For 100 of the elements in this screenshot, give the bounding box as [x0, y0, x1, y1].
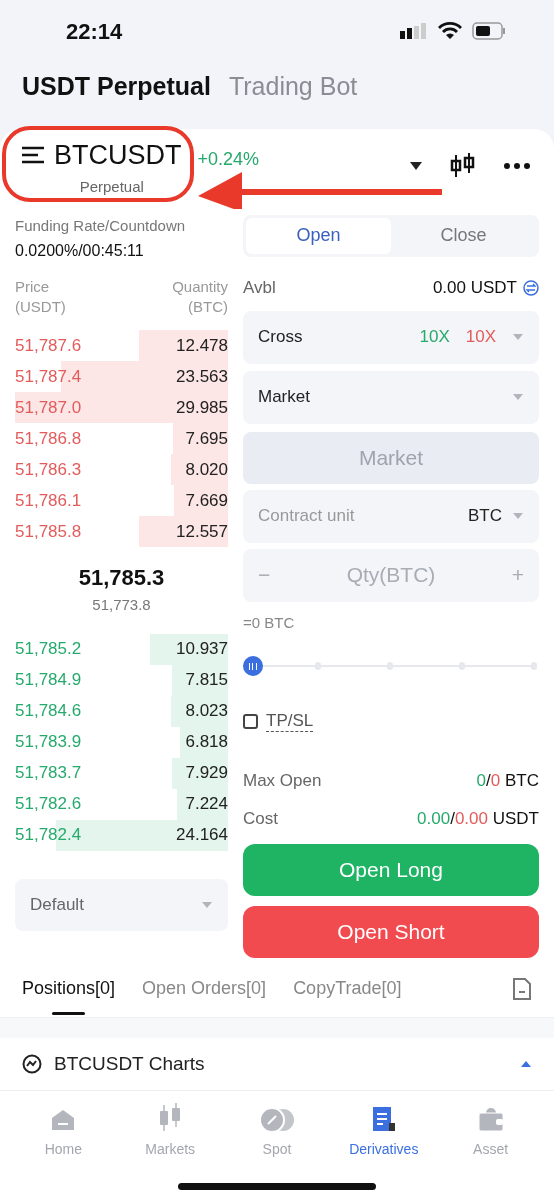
order-book-row[interactable]: 51,784.6 8.023: [15, 695, 228, 727]
candlestick-icon[interactable]: [450, 152, 476, 179]
slider-thumb[interactable]: [243, 656, 263, 676]
transfer-icon[interactable]: [523, 279, 539, 296]
order-price: 51,787.4: [15, 365, 82, 388]
order-quantity: 7.815: [185, 669, 228, 692]
status-time: 22:14: [66, 17, 123, 46]
order-price: 51,785.2: [15, 638, 82, 661]
nav-item[interactable]: Derivatives: [338, 1103, 429, 1160]
column-header: (USDT): [15, 297, 66, 317]
mode-tab[interactable]: Close: [391, 217, 536, 254]
top-tab[interactable]: USDT Perpetual: [22, 68, 211, 106]
caret-icon: [512, 393, 524, 401]
chart-icon: [22, 1054, 42, 1074]
column-header: (BTC): [188, 297, 228, 317]
order-book-row[interactable]: 51,785.8 12.557: [15, 516, 228, 547]
order-quantity: 23.563: [176, 365, 228, 388]
order-price: 51,783.9: [15, 731, 82, 754]
depth-select[interactable]: Default: [15, 878, 228, 931]
column-header: Quantity: [172, 277, 228, 297]
order-book-row[interactable]: 51,783.7 7.929: [15, 757, 228, 789]
contract-unit-select[interactable]: Contract unit BTC: [243, 489, 539, 543]
order-price: 51,786.1: [15, 489, 82, 512]
order-quantity: 12.478: [176, 334, 228, 357]
order-book-row[interactable]: 51,783.9 6.818: [15, 726, 228, 758]
order-quantity: 7.695: [185, 427, 228, 450]
wallet-icon: [476, 1105, 505, 1133]
price-change: +0.24%: [197, 147, 260, 171]
order-price: 51,785.8: [15, 520, 82, 543]
order-book-row[interactable]: 51,786.8 7.695: [15, 423, 228, 454]
order-book-row[interactable]: 51,784.9 7.815: [15, 664, 228, 696]
symbol-name[interactable]: BTCUSDT: [54, 135, 182, 176]
menu-icon[interactable]: [22, 146, 44, 165]
order-price: 51,786.8: [15, 427, 82, 450]
battery-icon: [472, 22, 506, 41]
positions-tab[interactable]: Open Orders[0]: [142, 975, 267, 1015]
available-value: 0.00 USDT: [432, 276, 517, 299]
slider-tick: [315, 662, 321, 670]
order-quantity: 12.557: [176, 520, 228, 543]
caret-icon: [512, 512, 524, 520]
order-price: 51,782.6: [15, 793, 82, 816]
funding-value: 0.0200%/00:45:11: [15, 241, 145, 261]
open-short-button[interactable]: Open Short: [243, 906, 539, 958]
long-leverage: 10X: [419, 326, 450, 349]
summary-value: 0/0 BTC: [476, 770, 539, 792]
quantity-equivalent: =0 BTC: [243, 612, 296, 633]
summary-label: Max Open: [243, 770, 322, 792]
slider-tick: [531, 662, 537, 670]
order-book-row[interactable]: 51,785.2 10.937: [15, 633, 228, 665]
order-price: 51,782.4: [15, 824, 82, 847]
quantity-placeholder: Qty(BTC): [346, 562, 436, 589]
order-book-row[interactable]: 51,782.6 7.224: [15, 788, 228, 820]
positions-tab[interactable]: CopyTrade[0]: [293, 975, 402, 1015]
order-quantity: 7.224: [185, 793, 228, 816]
coins-icon: [259, 1107, 295, 1133]
summary-label: Cost: [243, 807, 278, 830]
order-quantity: 8.023: [185, 700, 228, 723]
caret-icon: [512, 333, 524, 341]
charts-label: BTCUSDT Charts: [54, 1051, 205, 1076]
order-type-select[interactable]: Market: [243, 370, 539, 424]
document-icon[interactable]: [512, 977, 532, 1001]
margin-select[interactable]: Cross 10X 10X: [243, 310, 539, 364]
funding-label: Funding Rate/Countdown: [15, 215, 187, 236]
home-icon: [50, 1107, 77, 1133]
last-price: 51,785.3: [78, 564, 165, 592]
more-icon[interactable]: [504, 162, 530, 169]
order-book-row[interactable]: 51,787.6 12.478: [15, 330, 228, 361]
contract-type: Perpetual: [79, 176, 144, 197]
order-quantity: 29.985: [176, 396, 228, 419]
wifi-icon: [438, 22, 462, 41]
order-quantity: 7.929: [185, 762, 228, 785]
order-quantity: 7.669: [185, 489, 228, 512]
contract-unit-value: BTC: [468, 505, 502, 528]
order-quantity: 8.020: [185, 458, 228, 481]
short-leverage: 10X: [465, 326, 496, 349]
column-header: Price: [15, 277, 51, 297]
order-quantity: 24.164: [176, 824, 228, 847]
order-book-row[interactable]: 51,787.0 29.985: [15, 392, 228, 423]
positions-tab[interactable]: Positions[0]: [22, 975, 116, 1015]
mode-tab[interactable]: Open: [246, 217, 391, 254]
order-price: 51,787.0: [15, 396, 82, 419]
tpsl-label[interactable]: TP/SL: [266, 711, 314, 732]
caret-icon: [520, 1060, 532, 1068]
signal-icon: [400, 23, 428, 40]
order-price: 51,786.3: [15, 458, 82, 481]
slider-tick: [387, 662, 393, 670]
document-icon: [370, 1105, 397, 1133]
order-price: 51,784.9: [15, 669, 82, 692]
caret-icon: [201, 900, 213, 909]
tpsl-checkbox[interactable]: [243, 714, 258, 729]
order-book-row[interactable]: 51,786.1 7.669: [15, 485, 228, 516]
order-book-row[interactable]: 51,787.4 23.563: [15, 361, 228, 392]
summary-value: 0.00/0.00 USDT: [417, 807, 539, 830]
available-label: Avbl: [243, 276, 276, 299]
mark-price: 51,773.8: [92, 595, 151, 615]
order-quantity: 10.937: [176, 638, 228, 661]
order-price: 51,784.6: [15, 700, 82, 723]
order-book-row[interactable]: 51,782.4 24.164: [15, 819, 228, 851]
order-price: 51,787.6: [15, 334, 82, 357]
order-book-row[interactable]: 51,786.3 8.020: [15, 454, 228, 485]
